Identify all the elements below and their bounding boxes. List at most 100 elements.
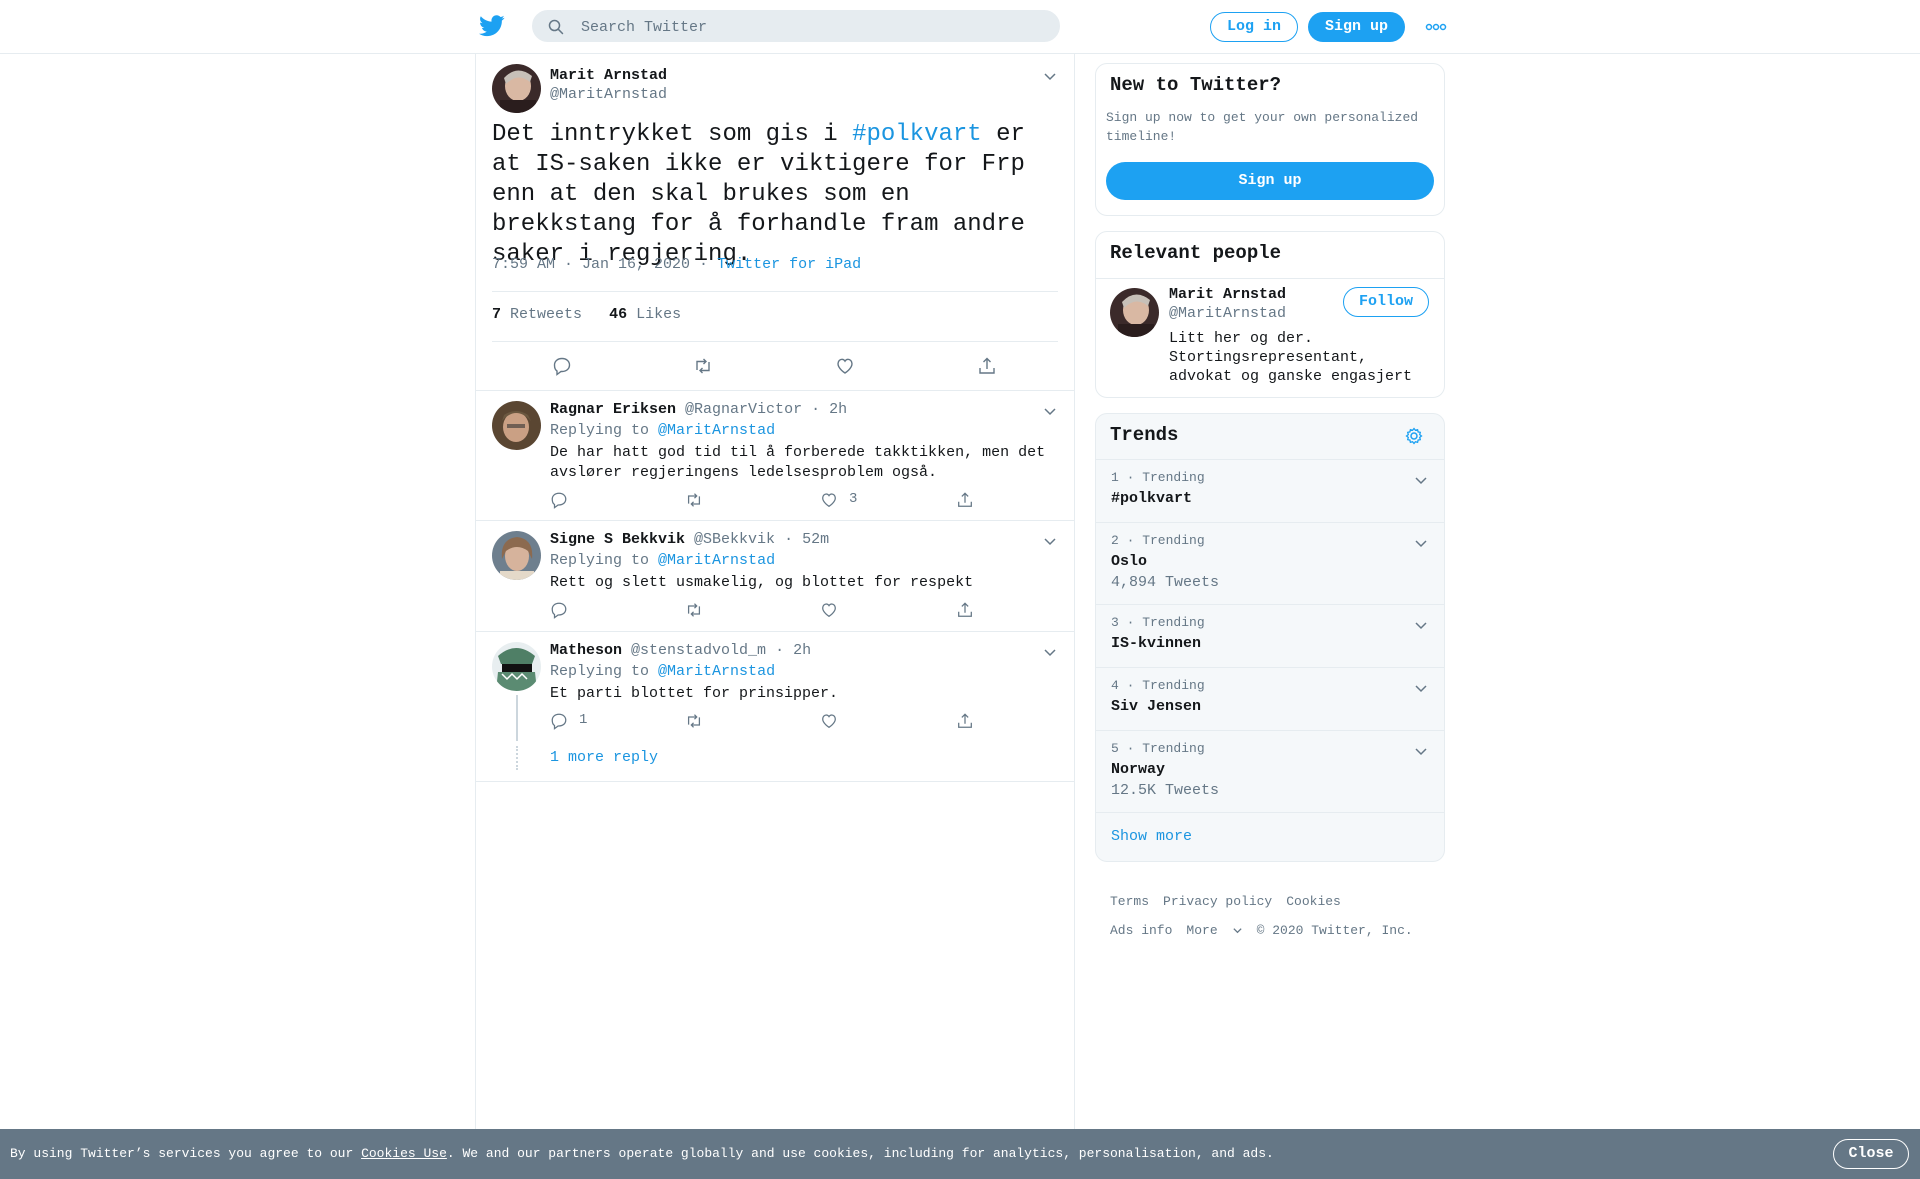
trend-name[interactable]: IS-kvinnen (1111, 635, 1201, 652)
trend-rank: 4 · Trending (1111, 678, 1205, 693)
retweet-icon[interactable] (685, 491, 703, 509)
tweet-timestamp[interactable]: 7:59 AM · Jan 16, 2020 (492, 256, 690, 273)
footer-cookies-link[interactable]: Cookies (1286, 894, 1341, 909)
retweet-count[interactable]: 7 (492, 306, 501, 323)
reply-time[interactable]: 52m (802, 531, 829, 548)
footer-ads-info-link[interactable]: Ads info (1110, 923, 1172, 938)
avatar[interactable] (492, 64, 541, 113)
new-to-twitter-card: New to Twitter? Sign up now to get your … (1095, 63, 1445, 216)
cookie-close-button[interactable]: Close (1833, 1139, 1909, 1169)
reply-author-name[interactable]: Signe S Bekkvik (550, 531, 685, 548)
reply-icon[interactable] (550, 712, 568, 730)
share-icon[interactable] (956, 712, 974, 730)
reply-author-name[interactable]: Ragnar Eriksen (550, 401, 676, 418)
avatar[interactable] (492, 642, 541, 691)
share-icon[interactable] (956, 601, 974, 619)
reply-author-handle[interactable]: @stenstadvold_m (631, 642, 766, 659)
reply-time[interactable]: 2h (829, 401, 847, 418)
trend-rank: 3 · Trending (1111, 615, 1205, 630)
sidebar-signup-button[interactable]: Sign up (1106, 162, 1434, 200)
trend-item[interactable]: 2 · Trending Oslo 4,894 Tweets (1096, 522, 1444, 604)
reply-text: Rett og slett usmakelig, og blottet for … (550, 574, 974, 591)
signup-button[interactable]: Sign up (1308, 12, 1405, 42)
avatar[interactable] (1110, 288, 1159, 337)
follow-button[interactable]: Follow (1343, 287, 1429, 317)
chevron-down-icon[interactable] (1413, 472, 1429, 488)
replying-to-label: Replying to (550, 663, 650, 680)
reply-tweet[interactable]: Ragnar Eriksen @RagnarVictor · 2h Replyi… (476, 391, 1074, 521)
footer-links: Terms Privacy policy Cookies Ads info More ©… (1110, 887, 1427, 945)
divider (492, 291, 1058, 292)
like-count[interactable]: 46 (609, 306, 627, 323)
retweet-icon[interactable] (685, 712, 703, 730)
reply-count[interactable]: 1 (579, 712, 587, 728)
replying-to-link[interactable]: @MaritArnstad (658, 663, 775, 680)
cookie-text-part: . We and our partners operate globally a… (446, 1146, 1274, 1161)
heart-icon[interactable] (820, 712, 838, 730)
chevron-down-icon[interactable] (1042, 68, 1058, 84)
chevron-down-icon[interactable] (1413, 535, 1429, 551)
trend-name[interactable]: Oslo (1111, 553, 1147, 570)
footer-terms-link[interactable]: Terms (1110, 894, 1149, 909)
settings-gear-icon[interactable] (1404, 426, 1424, 446)
reply-tweet[interactable]: Signe S Bekkvik @SBekkvik · 52m Replying… (476, 521, 1074, 632)
replying-to-link[interactable]: @MaritArnstad (658, 552, 775, 569)
show-more-link[interactable]: Show more (1111, 828, 1192, 845)
trend-item[interactable]: 3 · Trending IS-kvinnen (1096, 604, 1444, 667)
reply-icon[interactable] (550, 601, 568, 619)
reply-tweet[interactable]: Matheson @stenstadvold_m · 2h Replying t… (476, 632, 1074, 782)
share-icon[interactable] (977, 356, 997, 376)
heart-icon[interactable] (820, 491, 838, 509)
like-count[interactable]: 3 (849, 491, 857, 507)
more-replies-link[interactable]: 1 more reply (550, 749, 658, 766)
chevron-down-icon[interactable] (1042, 644, 1058, 660)
like-label[interactable]: Likes (636, 306, 681, 323)
reply-author-name[interactable]: Matheson (550, 642, 622, 659)
reply-author-handle[interactable]: @RagnarVictor (685, 401, 802, 418)
search-box[interactable] (532, 10, 1060, 42)
twitter-bird-icon[interactable] (479, 15, 505, 37)
footer-more-label: More (1186, 923, 1218, 938)
trend-item[interactable]: 4 · Trending Siv Jensen (1096, 667, 1444, 730)
chevron-down-icon[interactable] (1042, 533, 1058, 549)
retweet-icon[interactable] (693, 356, 713, 376)
tweet-source[interactable]: Twitter for iPad (717, 256, 861, 273)
more-options-icon[interactable] (1425, 22, 1447, 32)
chevron-down-icon[interactable] (1042, 403, 1058, 419)
heart-icon[interactable] (820, 601, 838, 619)
reply-icon[interactable] (552, 356, 572, 376)
trend-name[interactable]: #polkvart (1111, 490, 1192, 507)
chevron-down-icon[interactable] (1413, 743, 1429, 759)
trend-item[interactable]: 5 · Trending Norway 12.5K Tweets (1096, 730, 1444, 812)
search-icon (548, 19, 564, 35)
hashtag-link[interactable]: #polkvart (852, 121, 982, 148)
reply-time[interactable]: 2h (793, 642, 811, 659)
card-title: Trends (1110, 424, 1179, 446)
cookies-use-link[interactable]: Cookies Use (361, 1146, 447, 1161)
author-handle[interactable]: @MaritArnstad (550, 86, 667, 103)
author-name[interactable]: Marit Arnstad (550, 67, 667, 84)
avatar[interactable] (492, 401, 541, 450)
person-name[interactable]: Marit Arnstad (1169, 286, 1286, 303)
tweet-meta: 7:59 AM · Jan 16, 2020 · Twitter for iPa… (492, 256, 862, 273)
reply-author-handle[interactable]: @SBekkvik (694, 531, 775, 548)
login-button[interactable]: Log in (1210, 12, 1298, 42)
chevron-down-icon[interactable] (1413, 680, 1429, 696)
retweet-label[interactable]: Retweets (510, 306, 582, 323)
share-icon[interactable] (956, 491, 974, 509)
trend-name[interactable]: Siv Jensen (1111, 698, 1201, 715)
trend-rank: 2 · Trending (1111, 533, 1205, 548)
chevron-down-icon[interactable] (1413, 617, 1429, 633)
search-input[interactable] (581, 17, 1041, 37)
replying-to-link[interactable]: @MaritArnstad (658, 422, 775, 439)
footer-privacy-link[interactable]: Privacy policy (1163, 894, 1272, 909)
reply-icon[interactable] (550, 491, 568, 509)
trend-name[interactable]: Norway (1111, 761, 1165, 778)
trend-item[interactable]: 1 · Trending #polkvart (1096, 459, 1444, 522)
person-handle[interactable]: @MaritArnstad (1169, 305, 1286, 322)
heart-icon[interactable] (835, 356, 855, 376)
retweet-icon[interactable] (685, 601, 703, 619)
avatar[interactable] (492, 531, 541, 580)
footer-more-menu[interactable]: More (1186, 923, 1242, 938)
tweet-text: Det inntrykket som gis i #polkvart er at… (492, 120, 1062, 270)
